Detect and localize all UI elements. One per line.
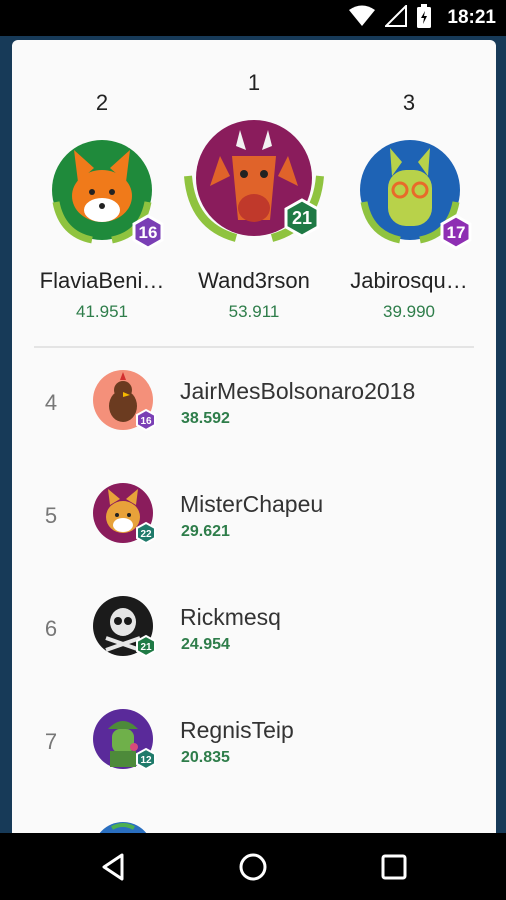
llama-avatar: 17 [350,136,474,265]
podium-score: 53.911 [228,302,280,321]
player-name: MisterChapeu [180,491,324,517]
podium-score: 41.951 [76,302,128,321]
podium-item-first[interactable]: 1 21 Wand3rson 53.911 [180,40,328,340]
row-rank: 5 [44,503,58,528]
skull-avatar: 21 [92,594,162,669]
status-bar: 18:21 [0,0,506,36]
podium: 2 16 FlaviaBeni… 41.951 1 21 Wand3rson 5… [12,40,496,340]
navigation-bar [0,833,506,900]
player-score: 38.592 [181,410,230,427]
player-score: 24.954 [181,636,230,653]
level-badge: 12 [140,755,152,766]
podium-name: Jabirosqu… [350,268,468,293]
home-icon[interactable] [235,849,271,885]
back-icon[interactable] [96,849,132,885]
shiba-avatar: 22 [92,481,162,556]
list-item[interactable]: 7 12 RegnisTeip 20.835 [12,695,496,795]
row-rank: 7 [44,729,58,754]
list-item[interactable]: 6 21 Rickmesq 24.954 [12,582,496,682]
dragon-avatar: 21 [180,116,330,261]
level-badge: 21 [292,208,312,228]
list-item[interactable]: 4 16 JairMesBolsonaro2018 38.592 [12,356,496,456]
status-icons: 18:21 [349,3,496,33]
signal-icon [383,3,408,32]
list-item[interactable]: 5 22 MisterChapeu 29.621 [12,469,496,569]
wifi-icon [349,5,376,32]
podium-score: 39.990 [383,302,435,321]
rooster-avatar: 16 [92,368,162,443]
podium-name: Wand3rson [198,268,310,293]
divider [34,346,474,348]
podium-rank: 1 [247,70,261,95]
leaderboard-card: 2 16 FlaviaBeni… 41.951 1 21 Wand3rson 5… [12,40,496,840]
status-time: 18:21 [447,7,496,28]
level-badge: 17 [447,223,466,242]
row-rank: 4 [44,390,58,415]
player-name: JairMesBolsonaro2018 [180,378,416,404]
player-score: 20.835 [181,749,230,766]
battery-icon [417,3,432,33]
player-name: Rickmesq [180,604,281,630]
level-badge: 22 [140,529,152,540]
fox-avatar: 16 [42,136,166,265]
level-badge: 16 [140,416,152,427]
level-badge: 21 [140,642,152,653]
podium-rank: 3 [402,90,416,115]
podium-rank: 2 [95,90,109,115]
player-name: RegnisTeip [180,717,294,743]
podium-item-third[interactable]: 3 17 Jabirosqu… 39.990 [336,40,482,340]
podium-name: FlaviaBeni… [39,268,165,293]
recents-icon[interactable] [376,849,412,885]
podium-item-second[interactable]: 2 16 FlaviaBeni… 41.951 [28,40,176,340]
player-score: 29.621 [181,523,230,540]
row-rank: 6 [44,616,58,641]
soldier-avatar: 12 [92,707,162,782]
level-badge: 16 [139,223,158,242]
